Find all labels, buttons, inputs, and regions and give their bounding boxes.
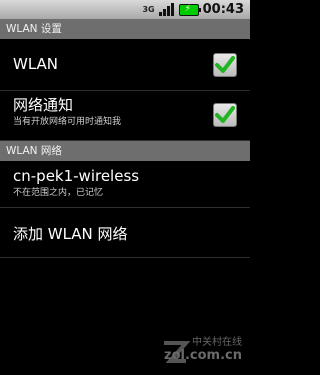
network-list-item[interactable]: cn-pek1-wireless 不在范围之内，已记忆 xyxy=(0,161,250,208)
wlan-settings-header: WLAN 设置 xyxy=(0,19,250,39)
network-ssid: cn-pek1-wireless xyxy=(13,167,140,185)
watermark-site: zol.com.cn xyxy=(164,348,242,363)
checkbox-check-icon xyxy=(215,106,235,123)
watermark-brand: 中关村在线 xyxy=(192,337,242,348)
add-network-label: 添加 WLAN 网络 xyxy=(13,225,128,243)
checkbox-check-icon xyxy=(215,56,235,73)
network-type-label: 3G xyxy=(142,4,155,14)
wlan-toggle-row[interactable]: WLAN xyxy=(0,39,250,91)
wlan-networks-header: WLAN 网络 xyxy=(0,141,250,161)
3g-icon: 3G xyxy=(142,4,155,14)
status-clock: 00:43 xyxy=(202,2,244,17)
wlan-toggle-checkbox[interactable] xyxy=(213,53,237,77)
signal-icon xyxy=(158,3,175,16)
add-network-row[interactable]: 添加 WLAN 网络 xyxy=(0,208,250,258)
network-status: 不在范围之内，已记忆 xyxy=(13,188,104,198)
battery-icon: ⚡ xyxy=(178,3,201,16)
watermark: 中关村在线 zol.com.cn xyxy=(164,333,242,363)
status-bar: 3G ⚡ 00:43 xyxy=(0,0,250,19)
network-notify-checkbox[interactable] xyxy=(213,103,237,127)
network-notify-row[interactable]: 网络通知 当有开放网络可用时通知我 xyxy=(0,91,250,141)
